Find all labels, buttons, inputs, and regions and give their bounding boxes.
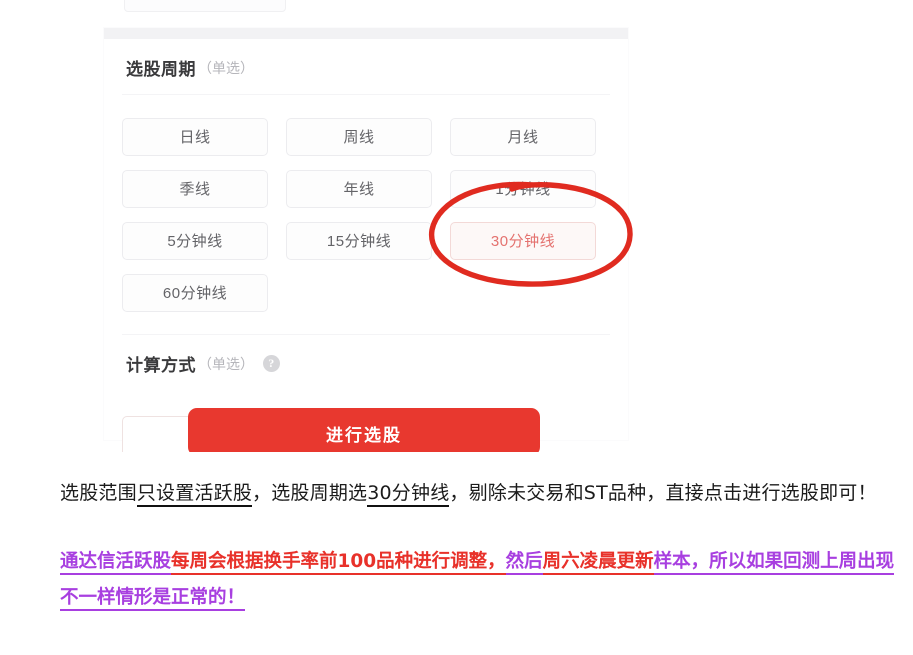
calc-section: 计算方式 （单选） ? 进行选股 — [104, 335, 628, 452]
cropped-control-above-panel — [124, 0, 286, 12]
article-text: 选股范围只设置活跃股，选股周期选30分钟线，剔除未交易和ST品种，直接点击进行选… — [0, 452, 913, 616]
cycle-option-grid: 日线 周线 月线 季线 年线 1分钟线 5分钟线 15分钟线 30分钟线 60分… — [104, 95, 628, 334]
p1-seg-1: 选股范围 — [60, 482, 137, 504]
calc-section-title: 计算方式 （单选） ? — [104, 335, 628, 390]
p1-seg-3: ，选股周期选 — [252, 482, 368, 504]
cycle-option-year[interactable]: 年线 — [286, 170, 432, 208]
p2-seg-3: 然后 — [505, 551, 543, 575]
calc-section-title-note: （单选） — [198, 355, 254, 372]
cycle-option-5min[interactable]: 5分钟线 — [122, 222, 268, 260]
p1-underline-cycle: 30分钟线 — [367, 482, 450, 507]
app-screenshot-region: 选股周期 （单选） 日线 周线 月线 季线 年线 1分钟线 5分钟线 15分钟线… — [0, 0, 913, 452]
p1-seg-5: ，剔除未交易和ST品种，直接点击进行选股即可！ — [449, 482, 877, 504]
cta-row: 进行选股 — [104, 398, 628, 452]
cycle-section-title: 选股周期 （单选） — [104, 39, 628, 94]
p1-underline-scope: 只设置活跃股 — [136, 482, 253, 507]
p2-seg-1: 通达信活跃股 — [60, 551, 172, 575]
cycle-option-quarter[interactable]: 季线 — [122, 170, 268, 208]
question-mark-icon[interactable]: ? — [263, 355, 280, 372]
panel-top-band — [104, 28, 628, 39]
cycle-option-60min[interactable]: 60分钟线 — [122, 274, 268, 312]
run-screener-button[interactable]: 进行选股 — [188, 408, 540, 452]
calc-section-title-text: 计算方式 — [126, 356, 196, 375]
p2-seg-4: 周六凌晨更新 — [542, 551, 654, 575]
cycle-option-1min[interactable]: 1分钟线 — [450, 170, 596, 208]
paragraph-instructions: 选股范围只设置活跃股，选股周期选30分钟线，剔除未交易和ST品种，直接点击进行选… — [0, 452, 913, 512]
cycle-option-30min[interactable]: 30分钟线 — [450, 222, 596, 260]
cycle-option-15min[interactable]: 15分钟线 — [286, 222, 432, 260]
cycle-option-day[interactable]: 日线 — [122, 118, 268, 156]
cycle-section-title-note: （单选） — [198, 59, 254, 76]
cycle-option-week[interactable]: 周线 — [286, 118, 432, 156]
cycle-section: 选股周期 （单选） 日线 周线 月线 季线 年线 1分钟线 5分钟线 15分钟线… — [104, 39, 628, 334]
stock-screener-panel: 选股周期 （单选） 日线 周线 月线 季线 年线 1分钟线 5分钟线 15分钟线… — [104, 28, 628, 452]
paragraph-notice: 通达信活跃股每周会根据换手率前100品种进行调整，然后周六凌晨更新样本，所以如果… — [0, 512, 913, 616]
cycle-option-month[interactable]: 月线 — [450, 118, 596, 156]
p2-seg-2: 每周会根据换手率前100品种进行调整， — [171, 551, 506, 575]
cycle-section-title-text: 选股周期 — [126, 60, 196, 79]
